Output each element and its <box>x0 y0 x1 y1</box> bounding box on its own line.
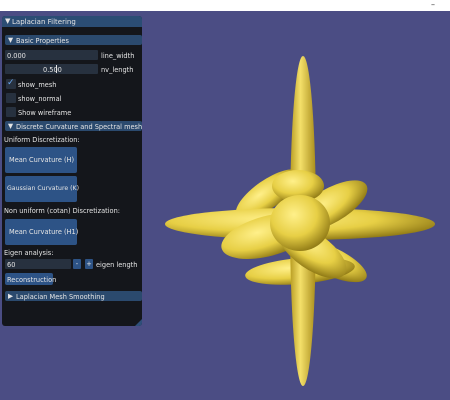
checkmark-icon: ✓ <box>7 78 15 88</box>
triangle-right-icon: ▶ <box>8 292 14 300</box>
laplacian-smoothing-header[interactable]: ▶ Laplacian Mesh Smoothing <box>5 291 142 301</box>
line-width-label: line_width <box>101 51 135 60</box>
curvature-header[interactable]: ▼ Discrete Curvature and Spectral meshes <box>5 121 142 131</box>
uniform-discretization-label: Uniform Discretization: <box>4 136 80 144</box>
eigen-increment-button[interactable]: + <box>85 259 93 269</box>
show-mesh-label: show_mesh <box>18 80 57 89</box>
gaussian-curvature-button[interactable]: Gaussian Curvature (K) <box>5 176 79 202</box>
show-normal-label: show_normal <box>18 94 62 103</box>
panel-title: Laplacian Filtering <box>12 17 76 26</box>
eigen-length-input[interactable]: 60 <box>5 259 71 269</box>
reconstruction-button[interactable]: Reconstruction <box>5 273 56 285</box>
resize-grip-icon[interactable] <box>135 319 142 326</box>
mesh-blob <box>165 56 435 386</box>
top-bar: – <box>0 0 450 11</box>
show-mesh-checkbox[interactable]: ✓ <box>6 78 16 89</box>
cotan-discretization-label: Non uniform (cotan) Discretization: <box>4 207 120 215</box>
nv-length-label: nv_length <box>101 65 134 74</box>
nv-length-input[interactable]: 0.500 <box>5 64 98 74</box>
triangle-down-icon: ▼ <box>8 122 14 130</box>
minimize-icon[interactable]: – <box>431 1 435 9</box>
laplacian-filtering-panel[interactable]: ▼ Laplacian Filtering ▼ Basic Properties… <box>2 16 142 326</box>
show-wireframe-checkbox[interactable] <box>6 107 16 117</box>
eigen-decrement-button[interactable]: - <box>73 259 81 269</box>
triangle-down-icon[interactable]: ▼ <box>5 17 10 25</box>
triangle-down-icon: ▼ <box>8 36 14 44</box>
mean-curvature-uniform-button[interactable]: Mean Curvature (H) <box>5 147 77 173</box>
show-wireframe-label: Show wireframe <box>18 108 72 117</box>
show-normal-checkbox[interactable] <box>6 93 16 103</box>
eigen-length-label: eigen length <box>96 260 138 269</box>
line-width-input[interactable]: 0.000 <box>5 50 98 60</box>
text-caret <box>56 65 57 73</box>
basic-properties-header[interactable]: ▼ Basic Properties <box>5 35 142 45</box>
eigen-analysis-label: Eigen analysis: <box>4 249 54 257</box>
panel-title-bar[interactable]: ▼ Laplacian Filtering <box>2 16 142 27</box>
mean-curvature-cotan-button[interactable]: Mean Curvature (H1) <box>5 219 78 245</box>
